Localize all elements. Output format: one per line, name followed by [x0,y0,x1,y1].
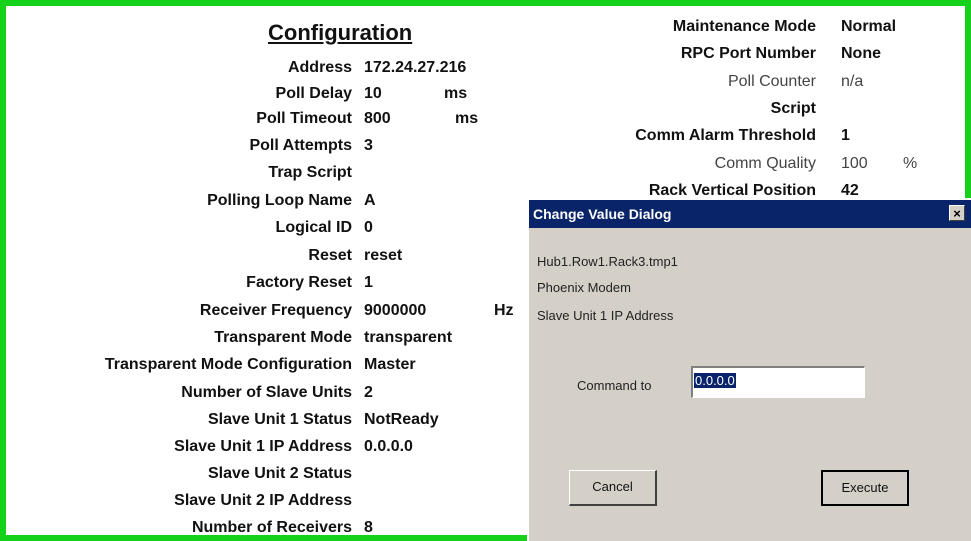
config-unit: ms [455,110,479,127]
config-value[interactable]: A [364,192,376,210]
config-label: Factory Reset [246,274,352,291]
config-value[interactable]: transparent [364,329,452,347]
execute-button[interactable]: Execute [821,470,909,506]
config-label: Slave Unit 2 IP Address [174,492,352,509]
config-value[interactable]: 0.0.0.0 [364,438,413,456]
config-label: Poll Timeout [256,110,352,127]
config-label: Poll Attempts [249,137,352,154]
config-value[interactable]: 9000000 [364,302,426,320]
config-label: Reset [308,247,352,264]
config-value[interactable]: 172.24.27.216 [364,59,466,77]
config-value[interactable]: Master [364,356,416,374]
right-label-comm-quality: Comm Quality [714,155,816,172]
config-value[interactable]: 3 [364,137,373,155]
config-row-address: Address 172.24.27.216 [6,59,971,81]
config-label: Slave Unit 2 Status [207,465,352,482]
config-label: Slave Unit 1 IP Address [174,438,352,455]
config-unit: ms [444,85,468,102]
dialog-path: Hub1.Row1.Rack3.tmp1 [537,254,678,269]
config-value[interactable]: 10 [364,85,382,103]
dialog-titlebar[interactable]: Change Value Dialog × [529,200,971,228]
cancel-button[interactable]: Cancel [569,470,657,506]
config-value[interactable]: 800 [364,110,391,128]
right-label-rpc-port: RPC Port Number [680,45,816,62]
config-unit: Hz [494,302,514,319]
right-label-maintenance-mode: Maintenance Mode [672,18,816,35]
config-label: Address [287,59,352,76]
close-icon[interactable]: × [949,205,965,221]
config-label: Transparent Mode [214,329,352,346]
config-label: Number of Slave Units [181,384,352,401]
config-label: Number of Receivers [191,519,352,536]
right-label-comm-alarm-threshold: Comm Alarm Threshold [635,127,816,144]
config-value[interactable]: NotReady [364,411,439,429]
config-row-trap-script: Trap Script [6,164,971,186]
config-label: Polling Loop Name [207,192,352,209]
right-unit-comm-quality: % [903,155,918,172]
dialog-title: Change Value Dialog [533,206,672,222]
config-row-poll-timeout: Poll Timeout 800 ms [6,110,971,132]
right-label-script: Script [770,100,816,117]
right-value-maintenance-mode[interactable]: Normal [841,18,896,36]
config-row-poll-delay: Poll Delay 10 ms [6,85,971,107]
config-label: Trap Script [268,164,352,181]
config-value[interactable]: reset [364,247,402,265]
right-label-poll-counter: Poll Counter [727,73,816,90]
change-value-dialog: Change Value Dialog × Hub1.Row1.Rack3.tm… [527,198,971,541]
config-value[interactable]: 1 [364,274,373,292]
command-input[interactable]: 0.0.0.0 [691,366,865,398]
config-label: Slave Unit 1 Status [207,411,352,428]
right-value-comm-quality: 100 [841,155,868,172]
config-value[interactable]: 2 [364,384,373,402]
right-value-poll-counter: n/a [841,73,864,90]
command-label: Command to [577,378,652,393]
configuration-title: Configuration [268,20,413,45]
config-label: Poll Delay [275,85,352,102]
dialog-device: Phoenix Modem [537,280,631,295]
config-label: Logical ID [275,219,352,236]
config-value[interactable]: 0 [364,219,373,237]
config-label: Receiver Frequency [199,302,352,319]
right-value-comm-alarm-threshold[interactable]: 1 [841,127,850,145]
command-input-value: 0.0.0.0 [694,373,736,388]
right-value-rpc-port[interactable]: None [841,45,881,63]
config-value[interactable]: 8 [364,519,373,537]
config-label: Transparent Mode Configuration [104,356,352,373]
dialog-field: Slave Unit 1 IP Address [537,308,674,323]
config-row-poll-attempts: Poll Attempts 3 [6,137,971,159]
